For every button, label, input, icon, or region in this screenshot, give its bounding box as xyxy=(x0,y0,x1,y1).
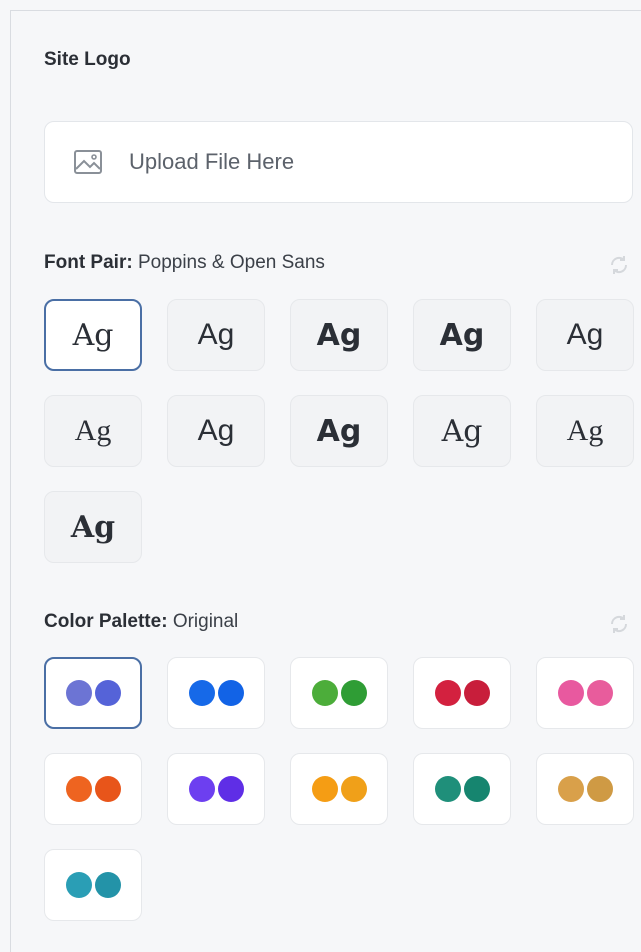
font-option[interactable]: Ag xyxy=(413,299,511,371)
color-palette-option[interactable] xyxy=(167,753,265,825)
color-palette-value: Original xyxy=(172,611,239,632)
font-option[interactable]: Ag xyxy=(44,395,142,467)
secondary-color-swatch xyxy=(463,680,490,706)
primary-color-swatch xyxy=(434,680,461,706)
upload-label: Upload File Here xyxy=(129,149,295,174)
font-option[interactable]: Ag xyxy=(536,299,634,371)
color-palette-option[interactable] xyxy=(290,657,388,729)
secondary-color-swatch xyxy=(94,872,121,898)
primary-color-swatch xyxy=(65,776,92,802)
font-pair-title: Font Pair: Poppins & Open Sans xyxy=(44,252,325,274)
primary-color-swatch xyxy=(65,872,92,898)
font-option[interactable]: Ag xyxy=(44,491,142,563)
primary-color-swatch xyxy=(188,680,215,706)
color-palette-option[interactable] xyxy=(44,753,142,825)
color-palette-option[interactable] xyxy=(290,753,388,825)
font-option[interactable]: Ag xyxy=(167,395,265,467)
settings-panel: Site Logo Upload File Here Font Pair: Po… xyxy=(10,10,641,952)
secondary-color-swatch xyxy=(217,680,244,706)
color-palette-title: Color Palette: Original xyxy=(44,611,238,633)
color-palette-option[interactable] xyxy=(536,657,634,729)
color-palette-option[interactable] xyxy=(44,849,142,921)
font-option[interactable]: Ag xyxy=(167,299,265,371)
font-option[interactable]: Ag xyxy=(290,395,388,467)
font-option[interactable]: Ag xyxy=(536,395,634,467)
refresh-fonts-icon[interactable] xyxy=(607,253,631,277)
font-pair-label: Font Pair: xyxy=(44,252,133,273)
color-palette-option[interactable] xyxy=(413,657,511,729)
secondary-color-swatch xyxy=(586,776,613,802)
font-option[interactable]: Ag xyxy=(413,395,511,467)
primary-color-swatch xyxy=(311,776,338,802)
primary-color-swatch xyxy=(557,776,584,802)
color-palette-option[interactable] xyxy=(44,657,142,729)
secondary-color-swatch xyxy=(463,776,490,802)
primary-color-swatch xyxy=(434,776,461,802)
primary-color-swatch xyxy=(65,680,92,706)
secondary-color-swatch xyxy=(340,680,367,706)
secondary-color-swatch xyxy=(586,680,613,706)
secondary-color-swatch xyxy=(217,776,244,802)
refresh-colors-icon[interactable] xyxy=(607,612,631,636)
upload-file-button[interactable]: Upload File Here xyxy=(44,121,633,203)
font-pair-value: Poppins & Open Sans xyxy=(137,252,325,273)
secondary-color-swatch xyxy=(94,776,121,802)
font-option[interactable]: Ag xyxy=(44,299,142,371)
primary-color-swatch xyxy=(311,680,338,706)
primary-color-swatch xyxy=(188,776,215,802)
color-palette-option[interactable] xyxy=(536,753,634,825)
color-palette-option[interactable] xyxy=(167,657,265,729)
image-icon xyxy=(73,149,103,175)
color-palette-label: Color Palette: xyxy=(44,611,168,632)
color-palette-option[interactable] xyxy=(413,753,511,825)
secondary-color-swatch xyxy=(94,680,121,706)
site-logo-title: Site Logo xyxy=(44,49,131,70)
primary-color-swatch xyxy=(557,680,584,706)
secondary-color-swatch xyxy=(340,776,367,802)
font-option[interactable]: Ag xyxy=(290,299,388,371)
